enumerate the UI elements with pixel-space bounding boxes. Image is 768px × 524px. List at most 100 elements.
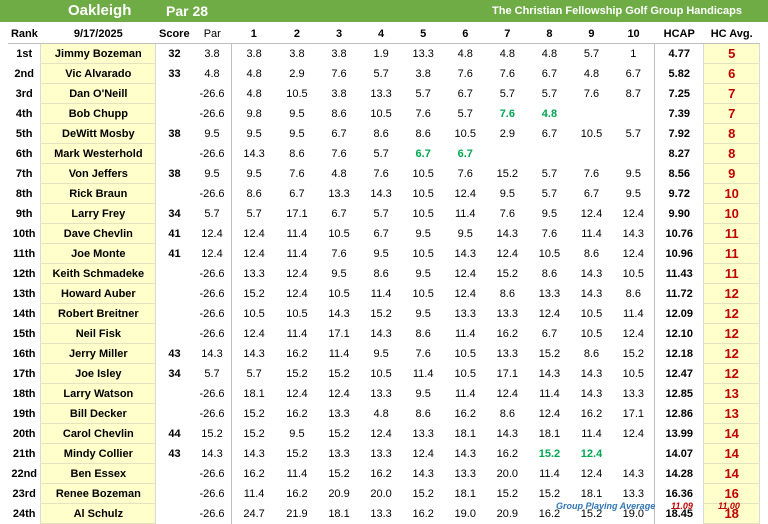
hc-avg-cell: 6: [703, 63, 760, 84]
table-row: 8th Rick Braun -26.6 8.6 6.7 13.3 14.3 10.5 12.4…: [8, 183, 760, 204]
round-9-cell: 12.4: [580, 447, 603, 460]
rank-cell: 12th: [12, 267, 36, 280]
round-4-cell: 14.3: [370, 187, 392, 200]
round-8-cell: 15.2: [538, 447, 561, 460]
round-4-cell: 5.7: [373, 67, 389, 80]
round-3-cell: 11.4: [328, 347, 350, 360]
table-row: 17th Joe Isley 34 5.7 5.7 15.2 15.2 10.5 11.4 10.…: [8, 363, 760, 384]
round-4-cell: 13.3: [370, 447, 392, 460]
round-3-cell: 13.3: [328, 187, 350, 200]
hcap-cell: 7.25: [654, 83, 704, 104]
name-cell: Von Jeffers: [40, 163, 157, 184]
round-9-cell: 4.8: [583, 67, 600, 80]
name-cell: Mindy Collier: [40, 443, 157, 464]
group-title: The Christian Fellowship Golf Group Hand…: [492, 5, 742, 17]
col-round-3: 3: [317, 24, 361, 44]
round-8-cell: 6.7: [541, 67, 558, 80]
round-3-cell: 7.6: [331, 67, 347, 80]
hc-avg-cell: 12: [703, 363, 760, 384]
round-4-cell: 16.2: [370, 467, 392, 480]
name-cell: Howard Auber: [40, 283, 157, 304]
par-cell: -26.6: [199, 87, 225, 100]
round-9-cell: 11.4: [581, 227, 602, 240]
round-10-cell: 10.5: [622, 267, 645, 280]
round-1-cell: 5.7: [231, 363, 276, 384]
round-6-cell: 7.6: [457, 167, 473, 180]
round-2-cell: 11.4: [286, 327, 308, 340]
hc-avg-cell: 7: [703, 103, 760, 124]
par-cell: -26.6: [199, 487, 225, 500]
par-cell: -26.6: [199, 327, 225, 340]
title-bar: Oakleigh Par 28 The Christian Fellowship…: [0, 0, 768, 22]
round-9-cell: 10.5: [580, 307, 603, 320]
round-6-cell: 13.3: [454, 467, 476, 480]
round-10-cell: 8.6: [625, 287, 641, 300]
col-round-6: 6: [444, 24, 487, 44]
name-cell: Renee Bozeman: [40, 483, 157, 504]
rank-cell: 16th: [12, 347, 36, 360]
round-5-cell: 8.6: [415, 407, 431, 420]
round-7-cell: 13.3: [496, 307, 519, 320]
round-6-cell: 13.3: [454, 307, 476, 320]
col-round-2: 2: [275, 24, 318, 44]
par-cell: 14.3: [201, 447, 223, 460]
round-8-cell: 11.4: [539, 467, 560, 480]
hcap-cell: 11.72: [654, 283, 704, 304]
round-2-cell: 12.4: [286, 287, 308, 300]
round-6-cell: 11.4: [454, 327, 476, 340]
table-row: 16th Jerry Miller 43 14.3 14.3 16.2 11.4 9.5 7.6…: [8, 343, 760, 364]
round-1-cell: 16.2: [231, 463, 276, 484]
rank-cell: 7th: [15, 167, 33, 180]
round-5-cell: 10.5: [412, 287, 434, 300]
round-8-cell: 4.8: [541, 107, 558, 120]
round-4-cell: 10.5: [370, 107, 392, 120]
round-6-cell: 4.8: [457, 47, 473, 60]
round-2-cell: 10.5: [286, 87, 308, 100]
hc-avg-cell: 8: [703, 123, 760, 144]
round-1-cell: 15.2: [231, 283, 276, 304]
name-cell: Larry Frey: [40, 203, 157, 224]
col-hcap: HCAP: [654, 24, 704, 44]
par-cell: 5.7: [204, 367, 220, 380]
hcap-cell: 8.27: [654, 143, 704, 164]
score-cell: 34: [168, 207, 181, 220]
round-7-cell: 20.0: [496, 467, 519, 480]
score-cell: [156, 404, 193, 424]
rank-cell: 9th: [15, 207, 33, 220]
round-1-cell: 14.3: [231, 443, 276, 464]
hc-avg-cell: 11: [703, 243, 760, 264]
round-9-cell: 14.3: [580, 387, 603, 400]
name-cell: Keith Schmadeke: [40, 263, 157, 284]
col-par: Par: [192, 24, 232, 44]
round-4-cell: 11.4: [370, 287, 392, 300]
par-cell: 9.5: [204, 127, 220, 140]
round-4-cell: 9.5: [373, 247, 389, 260]
score-cell: [156, 184, 193, 204]
round-9-cell: 10.5: [580, 327, 603, 340]
round-1-cell: 4.8: [231, 83, 276, 104]
hcap-cell: 12.86: [654, 403, 704, 424]
hc-avg-cell: 12: [703, 343, 760, 364]
round-8-cell: 6.7: [541, 327, 558, 340]
rank-cell: 15th: [12, 327, 36, 340]
round-2-cell: 11.4: [286, 467, 308, 480]
handicap-sheet: { "header": {"course":"Oakleigh","par_la…: [0, 0, 768, 524]
round-10-cell: [613, 104, 655, 124]
round-6-cell: 7.6: [457, 67, 473, 80]
round-7-cell: 7.6: [499, 107, 515, 120]
round-1-cell: 9.5: [231, 123, 276, 144]
hcap-cell: 9.72: [654, 183, 704, 204]
rank-cell: 17th: [12, 367, 36, 380]
round-3-cell: 17.1: [328, 327, 350, 340]
round-3-cell: 4.8: [331, 167, 347, 180]
round-5-cell: 6.7: [415, 147, 431, 160]
round-7-cell: 4.8: [499, 47, 515, 60]
hc-avg-cell: 9: [703, 163, 760, 184]
round-7-cell: 15.2: [496, 267, 519, 280]
col-round-5: 5: [402, 24, 445, 44]
score-cell: [156, 384, 193, 404]
name-cell: Carol Chevlin: [40, 423, 157, 444]
round-2-cell: 16.2: [286, 347, 308, 360]
round-1-cell: 4.8: [231, 63, 276, 84]
round-7-cell: 17.1: [496, 367, 519, 380]
